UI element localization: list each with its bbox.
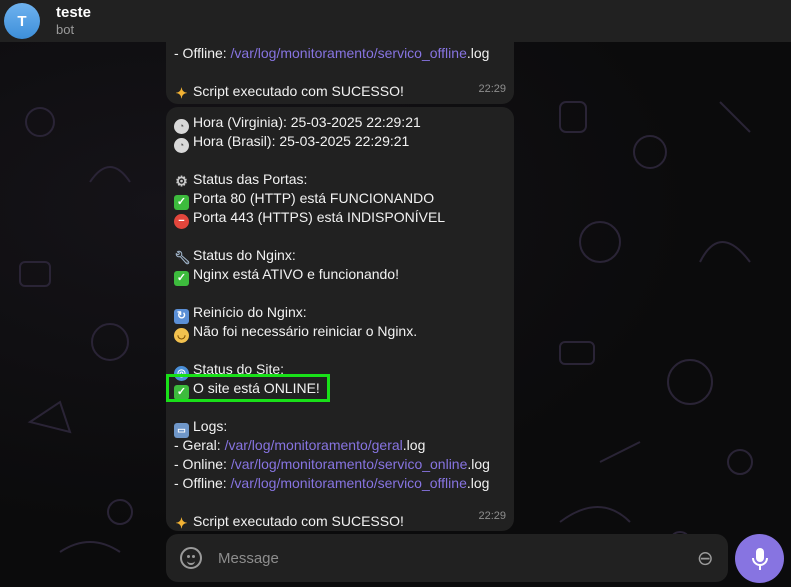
message-input[interactable] — [216, 548, 698, 568]
log-link[interactable]: /var/log/monitoramento/servico_offline — [231, 45, 467, 61]
message-time: 22:29 — [478, 510, 506, 522]
message-bubble[interactable]: - Offline: /var/log/monitoramento/servic… — [166, 36, 514, 104]
message-line: - Geral: /var/log/monitoramento/geral.lo… — [174, 437, 426, 453]
chat-title: teste — [56, 4, 92, 21]
message-line: ◔ Hora (Virginia): 25-03-2025 22:29:21 — [174, 113, 506, 134]
message-line: ✓ Nginx está ATIVO e funcionando! — [174, 265, 506, 286]
message-composer[interactable]: ⊘ — [166, 534, 728, 582]
message-time: 22:29 — [478, 83, 506, 95]
message-line: − Porta 443 (HTTPS) está INDISPONÍVEL — [174, 208, 506, 229]
log-link[interactable]: /var/log/monitoramento/servico_offline — [231, 475, 467, 491]
message-line: - Online: /var/log/monitoramento/servico… — [174, 456, 490, 472]
message-line: ✦ Script executado com SUCESSO! — [175, 513, 404, 531]
message-line: ◡ Não foi necessário reiniciar o Nginx. — [174, 322, 506, 343]
microphone-button[interactable] — [735, 534, 784, 583]
party-icon: ✦ — [175, 515, 188, 531]
log-link[interactable]: /var/log/monitoramento/geral — [225, 437, 403, 453]
message-line: ⚙ Status das Portas: — [175, 171, 308, 189]
relieved-face-icon: ◡ — [174, 328, 189, 343]
avatar[interactable]: T — [4, 3, 40, 39]
chat-info[interactable]: teste bot — [56, 4, 91, 38]
chat-status: bot — [56, 22, 75, 37]
chat-header[interactable]: T teste bot — [0, 0, 791, 42]
gear-icon: ⚙ — [175, 173, 188, 189]
message-line: - Offline: /var/log/monitoramento/servic… — [174, 45, 490, 61]
party-icon: ✦ — [175, 85, 188, 101]
message-line: - Offline: /var/log/monitoramento/servic… — [174, 475, 490, 491]
check-icon: ✓ — [174, 271, 189, 286]
wrench-icon: 🔧︎ — [174, 250, 191, 265]
message-line: ▭ Logs: — [174, 417, 506, 438]
message-line: 🔧︎ Status do Nginx: — [174, 247, 296, 265]
message-line: ◔ Hora (Brasil): 25-03-2025 22:29:21 — [174, 132, 506, 153]
message-bubble[interactable]: ◔ Hora (Virginia): 25-03-2025 22:29:21 ◔ H… — [166, 107, 514, 531]
message-line: ↻ Reinício do Nginx: — [174, 303, 506, 324]
no-entry-icon: − — [174, 214, 189, 229]
message-line: ✦ Script executado com SUCESSO! — [175, 83, 404, 101]
microphone-icon — [751, 547, 768, 570]
clock-icon: ◔ — [174, 138, 189, 153]
emoji-icon[interactable] — [180, 547, 202, 569]
log-link[interactable]: /var/log/monitoramento/servico_online — [231, 456, 468, 472]
message-line: ✓ Porta 80 (HTTP) está FUNCIONANDO — [174, 189, 506, 210]
highlight-box — [166, 374, 330, 402]
